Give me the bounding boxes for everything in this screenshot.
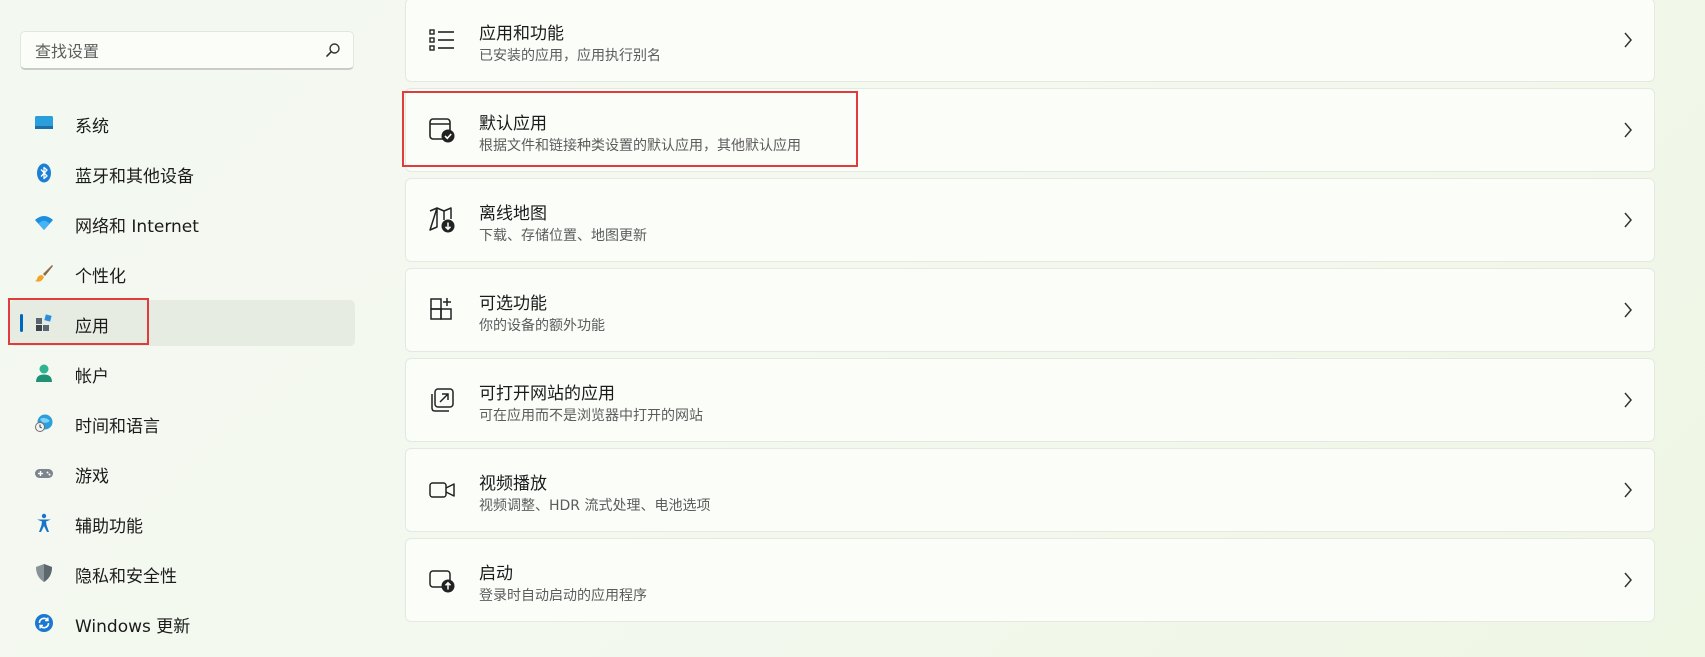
chevron-right-icon [1624, 122, 1632, 138]
sidebar-item-network[interactable]: 网络和 Internet [10, 200, 355, 246]
accessibility-icon [37, 513, 51, 532]
optional-features-icon [430, 298, 452, 320]
card-apps-for-websites[interactable]: 可打开网站的应用 可在应用而不是浏览器中打开的网站 [405, 358, 1655, 442]
card-apps-features[interactable]: 应用和功能 已安装的应用，应用执行别名 [405, 0, 1655, 82]
sidebar-item-label: 隐私和安全性 [75, 567, 177, 587]
sidebar-nav: 系统 蓝牙和其他设备 网络和 Internet 个性化 应用 帐户 时间和语言 … [10, 100, 355, 650]
sidebar-item-bluetooth[interactable]: 蓝牙和其他设备 [10, 150, 355, 196]
default-apps-icon [429, 118, 455, 143]
sidebar-item-label: 网络和 Internet [75, 217, 199, 237]
card-description: 可在应用而不是浏览器中打开的网站 [479, 408, 703, 424]
gamepad-icon [35, 469, 53, 478]
sidebar-item-personalization[interactable]: 个性化 [10, 250, 355, 296]
card-description: 下载、存储位置、地图更新 [479, 228, 647, 244]
sidebar-item-time-language[interactable]: 时间和语言 [10, 400, 355, 446]
card-default-apps[interactable]: 默认应用 根据文件和链接种类设置的默认应用，其他默认应用 [405, 88, 1655, 172]
card-description: 你的设备的额外功能 [479, 318, 605, 334]
search-icon[interactable] [325, 42, 341, 58]
bluetooth-icon [37, 163, 51, 183]
chevron-right-icon [1624, 32, 1632, 48]
card-optional-features[interactable]: 可选功能 你的设备的额外功能 [405, 268, 1655, 352]
card-video-playback[interactable]: 视频播放 视频调整、HDR 流式处理、电池选项 [405, 448, 1655, 532]
apps-icon [36, 314, 52, 331]
time-language-icon [35, 414, 53, 432]
chevron-right-icon [1624, 302, 1632, 318]
open-website-icon [431, 388, 454, 412]
sidebar-item-label: 系统 [75, 117, 109, 137]
card-description: 视频调整、HDR 流式处理、电池选项 [479, 498, 711, 514]
sidebar-item-privacy-security[interactable]: 隐私和安全性 [10, 550, 355, 596]
card-title: 应用和功能 [479, 24, 564, 44]
chevron-right-icon [1624, 482, 1632, 498]
paintbrush-icon [35, 265, 53, 282]
sidebar-item-label: 应用 [75, 317, 109, 337]
offline-map-icon [429, 207, 455, 233]
card-title: 启动 [479, 564, 513, 584]
card-offline-maps[interactable]: 离线地图 下载、存储位置、地图更新 [405, 178, 1655, 262]
card-startup[interactable]: 启动 登录时自动启动的应用程序 [405, 538, 1655, 622]
chevron-right-icon [1624, 212, 1632, 228]
card-title: 可打开网站的应用 [479, 384, 615, 404]
card-description: 已安装的应用，应用执行别名 [479, 48, 661, 64]
sidebar-item-label: 游戏 [75, 467, 109, 487]
chevron-right-icon [1624, 572, 1632, 588]
card-title: 默认应用 [479, 114, 547, 134]
sidebar-item-accessibility[interactable]: 辅助功能 [10, 500, 355, 546]
sidebar-item-system[interactable]: 系统 [10, 100, 355, 146]
card-title: 离线地图 [479, 204, 547, 224]
sidebar-item-label: 帐户 [75, 367, 109, 387]
sidebar-item-label: Windows 更新 [75, 617, 191, 637]
sidebar-item-windows-update[interactable]: Windows 更新 [10, 600, 355, 646]
sidebar-item-label: 辅助功能 [75, 517, 143, 537]
sidebar-item-label: 时间和语言 [75, 417, 160, 437]
sidebar-item-label: 蓝牙和其他设备 [75, 167, 194, 187]
video-camera-icon [429, 482, 455, 498]
system-display-icon [35, 116, 53, 129]
list-icon [429, 29, 454, 51]
wifi-icon [35, 216, 53, 230]
sidebar-item-gaming[interactable]: 游戏 [10, 450, 355, 496]
sidebar-item-label: 个性化 [75, 267, 126, 287]
startup-icon [429, 570, 455, 593]
card-description: 登录时自动启动的应用程序 [479, 588, 647, 604]
search-box[interactable] [20, 31, 354, 70]
windows-update-icon [35, 614, 53, 632]
sidebar: 系统 蓝牙和其他设备 网络和 Internet 个性化 [0, 0, 370, 657]
search-input[interactable] [33, 32, 317, 70]
chevron-right-icon [1624, 392, 1632, 408]
sidebar-item-accounts[interactable]: 帐户 [10, 350, 355, 396]
shield-icon [36, 564, 52, 582]
card-title: 可选功能 [479, 294, 547, 314]
sidebar-item-apps[interactable]: 应用 [10, 300, 355, 346]
account-icon [36, 364, 52, 382]
card-title: 视频播放 [479, 474, 547, 494]
card-description: 根据文件和链接种类设置的默认应用，其他默认应用 [479, 138, 801, 154]
main-content: 应用和功能 已安装的应用，应用执行别名 默认应用 根据文件和链接种类设置的默认应… [405, 0, 1655, 657]
